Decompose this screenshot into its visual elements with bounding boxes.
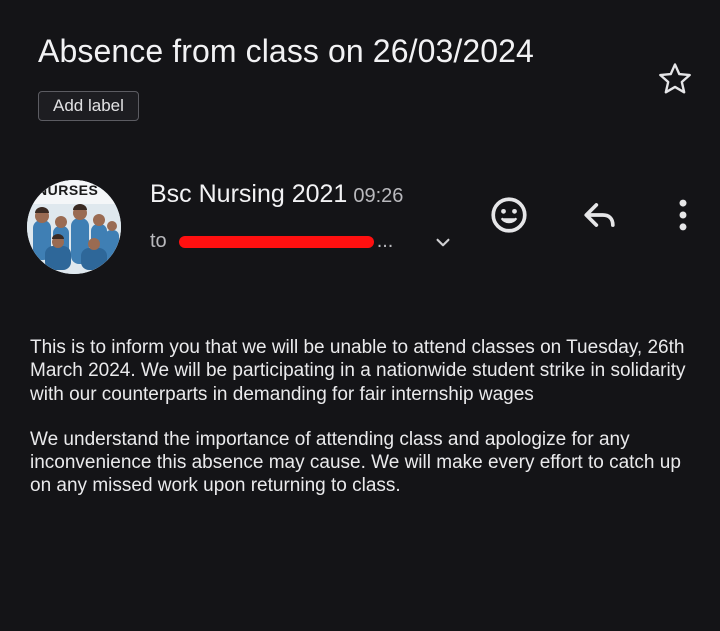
avatar-logo-text: NURSES — [37, 182, 99, 198]
recipient-ellipsis: ... — [376, 230, 394, 252]
emoji-react-icon[interactable] — [487, 193, 531, 237]
avatar[interactable]: NURSES — [27, 180, 121, 274]
more-vert-icon[interactable] — [661, 193, 705, 237]
email-time: 09:26 — [353, 185, 404, 207]
email-subject: Absence from class on 26/03/2024 — [38, 33, 534, 69]
recipients-line[interactable]: to... — [150, 230, 393, 253]
reply-icon[interactable] — [578, 193, 622, 237]
star-icon[interactable] — [656, 60, 694, 98]
redaction-mark — [178, 235, 374, 248]
email-body: This is to inform you that we will be un… — [30, 336, 690, 520]
to-prefix: to — [150, 230, 167, 252]
body-paragraph: We understand the importance of attendin… — [30, 428, 681, 497]
add-label-button[interactable]: Add label — [38, 91, 139, 121]
sender-name: Bsc Nursing 2021 — [150, 180, 348, 208]
sender-row[interactable]: Bsc Nursing 2021 09:26 — [150, 180, 403, 209]
redacted-recipient — [167, 232, 377, 252]
chevron-down-icon[interactable] — [430, 229, 456, 255]
body-paragraph: This is to inform you that we will be un… — [30, 337, 686, 405]
